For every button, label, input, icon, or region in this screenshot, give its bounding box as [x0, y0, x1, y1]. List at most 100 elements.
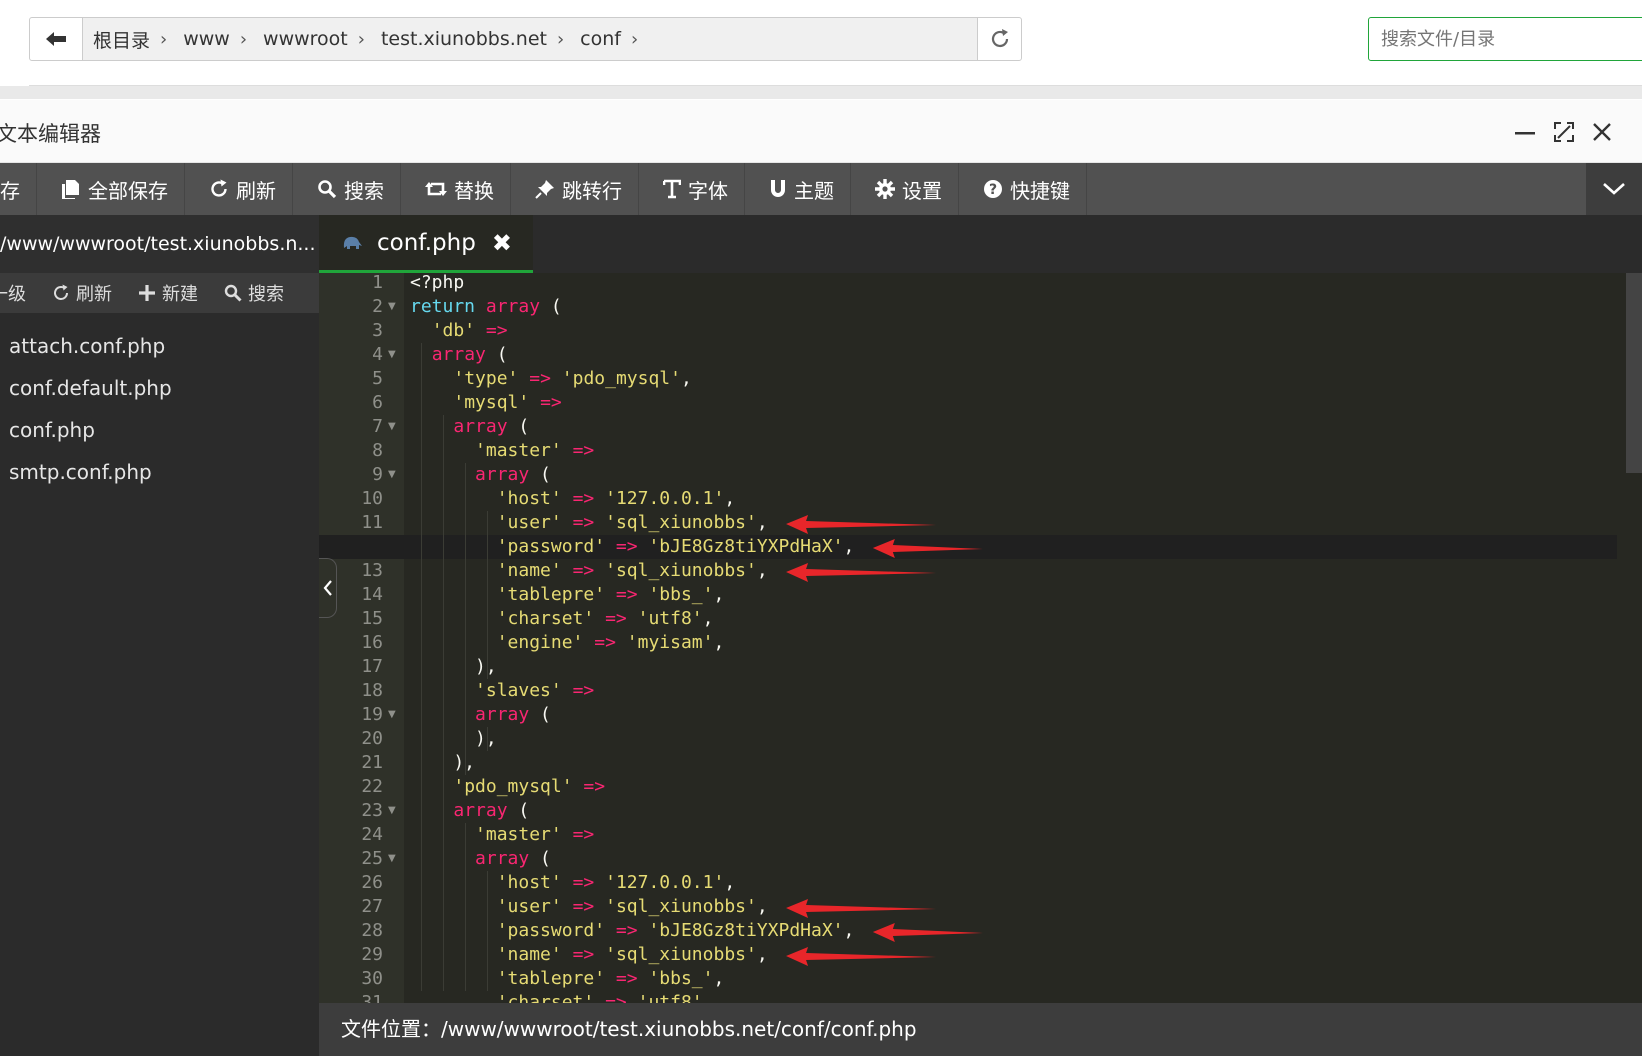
toolbar-button-help[interactable]: ? 快捷键 [959, 163, 1087, 215]
divider-strip [0, 86, 1642, 99]
sidebar-collapse-handle[interactable] [319, 558, 337, 618]
tab-conf-php[interactable]: conf.php ✖ [319, 215, 533, 273]
toolbar-button-save-all[interactable]: 全部保存 [37, 163, 185, 215]
line-number: 17 [361, 656, 383, 677]
code-line: 'slaves' => [475, 680, 595, 701]
line-number: 30 [361, 968, 383, 989]
file-list-item[interactable]: conf.php [0, 409, 319, 451]
refresh-icon [991, 29, 1008, 48]
replace-icon [425, 180, 454, 198]
fold-toggle-icon[interactable]: ▼ [388, 703, 400, 727]
sidebar-new-button[interactable]: 新建 [138, 280, 198, 306]
toolbar-button-label: 字体 [688, 178, 728, 203]
code-line: 'charset' => 'utf8', [496, 992, 714, 1003]
tab-close-icon[interactable]: ✖ [492, 229, 512, 257]
chevron-right-icon: › [160, 28, 168, 50]
close-icon [1593, 123, 1611, 141]
fold-toggle-icon[interactable]: ▼ [388, 847, 400, 871]
help-icon: ? [983, 179, 1010, 199]
sidebar-search-label: 搜索 [248, 284, 284, 305]
chevron-down-icon [1603, 183, 1625, 195]
toolbar-button-gear[interactable]: 设置 [851, 163, 959, 215]
toolbar-button-label: 存 [0, 178, 20, 203]
maximize-button[interactable] [1550, 118, 1578, 146]
line-number: 23 [361, 800, 383, 821]
line-number: 1 [372, 273, 383, 293]
toolbar-button-replace[interactable]: 替换 [401, 163, 511, 215]
tab-bar: conf.php ✖ [319, 215, 1642, 273]
sidebar-up-button[interactable]: 一级 [0, 280, 26, 306]
toolbar-button-magnet[interactable]: 主题 [745, 163, 851, 215]
code-line: 'name' => 'sql_xiunobbs', [496, 944, 768, 965]
file-search-input[interactable] [1368, 17, 1642, 61]
toolbar-button-search[interactable]: 搜索 [293, 163, 401, 215]
code-line: 'pdo_mysql' => [453, 776, 606, 797]
line-number: 8 [372, 440, 383, 461]
font-icon [663, 179, 688, 199]
code-line: array ( [475, 704, 551, 725]
file-list-item[interactable]: smtp.conf.php [0, 451, 319, 493]
code-line: return array ( [410, 296, 562, 317]
toolbar-button-refresh[interactable]: 刷新 [185, 163, 293, 215]
indent-guide [443, 415, 444, 991]
line-number: 24 [361, 824, 383, 845]
toolbar-button-pin[interactable]: 跳转行 [511, 163, 639, 215]
scrollbar[interactable] [1626, 273, 1642, 473]
toolbar-button-label: 替换 [454, 178, 494, 203]
sidebar-new-label: 新建 [162, 284, 198, 305]
pin-icon [535, 179, 562, 199]
close-button[interactable] [1588, 118, 1616, 146]
sidebar-path: /www/wwwroot/test.xiunobbs.n... [0, 215, 319, 273]
sidebar-refresh-button[interactable]: 刷新 [52, 280, 112, 306]
file-list-item[interactable]: conf.default.php [0, 367, 319, 409]
sidebar-refresh-label: 刷新 [76, 284, 112, 305]
code-line: 'user' => 'sql_xiunobbs', [496, 512, 768, 533]
minimize-button[interactable] [1511, 118, 1539, 146]
indent-guide [487, 871, 488, 991]
toolbar-button-label: 搜索 [344, 178, 384, 203]
indent-guide [421, 343, 422, 991]
search-icon [224, 284, 242, 302]
plus-icon [139, 285, 155, 301]
fold-toggle-icon[interactable]: ▼ [388, 295, 400, 319]
sidebar-search-button[interactable]: 搜索 [224, 280, 284, 306]
fold-toggle-icon[interactable]: ▼ [388, 799, 400, 823]
breadcrumb-item[interactable]: test.xiunobbs.net [381, 28, 547, 50]
refresh-path-button[interactable] [977, 17, 1022, 61]
toolbar-button-label: 跳转行 [562, 178, 622, 203]
indent-guide [465, 463, 466, 775]
line-number: 25 [361, 848, 383, 869]
toolbar-button-label: 全部保存 [88, 178, 168, 203]
line-number: 18 [361, 680, 383, 701]
breadcrumb-item[interactable]: conf [580, 28, 621, 50]
code-line: 'name' => 'sql_xiunobbs', [496, 560, 768, 581]
file-list-item[interactable]: attach.conf.php [0, 325, 319, 367]
breadcrumb-item[interactable]: www [183, 28, 230, 50]
code-line: ), [410, 728, 497, 749]
code-line: array ( [475, 464, 551, 485]
sidebar-up-label: 一级 [0, 284, 26, 305]
code-line: 'master' => [475, 824, 595, 845]
line-number: 22 [361, 776, 383, 797]
code-editor[interactable]: 12▼34▼567▼89▼10111213141516171819▼202122… [319, 273, 1642, 1003]
line-number: 3 [372, 320, 383, 341]
indent-guide [487, 511, 488, 679]
toolbar-button-label: 设置 [902, 178, 942, 203]
toolbar-button-save[interactable]: 存 [0, 163, 37, 215]
toolbar-button-label: 快捷键 [1010, 178, 1070, 203]
toolbar-collapse-button[interactable] [1586, 163, 1642, 215]
toolbar-button-font[interactable]: 字体 [639, 163, 745, 215]
breadcrumb-item[interactable]: 根目录 [93, 26, 150, 53]
line-gutter: 12▼34▼567▼89▼10111213141516171819▼202122… [319, 273, 404, 1003]
fold-toggle-icon[interactable]: ▼ [388, 415, 400, 439]
fold-toggle-icon[interactable]: ▼ [388, 343, 400, 367]
breadcrumb-item[interactable]: wwwroot [263, 28, 348, 50]
line-number: 16 [361, 632, 383, 653]
line-number: 31 [361, 992, 383, 1003]
line-number: 6 [372, 392, 383, 413]
file-path: /www/wwwroot/test.xiunobbs.net/conf/conf… [441, 1017, 917, 1041]
fold-toggle-icon[interactable]: ▼ [388, 463, 400, 487]
code-line: array ( [431, 344, 508, 365]
back-button[interactable] [29, 17, 83, 61]
code-line: 'master' => [475, 440, 595, 461]
